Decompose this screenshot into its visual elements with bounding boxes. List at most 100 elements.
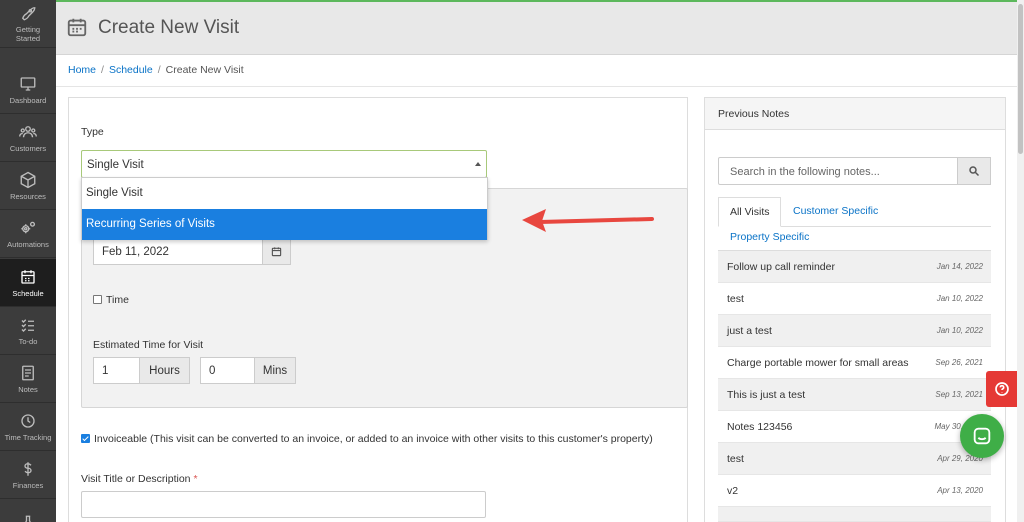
sidebar-item-label: Notes xyxy=(18,384,38,394)
sidebar-item-label: Getting Started xyxy=(15,25,41,43)
users-icon xyxy=(19,125,37,137)
help-button[interactable] xyxy=(986,371,1018,407)
sidebar-item-time-tracking[interactable]: Time Tracking xyxy=(0,403,56,451)
time-checkbox[interactable] xyxy=(93,295,102,304)
sidebar-item-notes[interactable]: Notes xyxy=(0,355,56,403)
page-header: Create New Visit xyxy=(56,0,1024,55)
visit-title-label-text: Visit Title or Description xyxy=(81,473,191,485)
flask-icon xyxy=(24,515,32,522)
monitor-icon xyxy=(20,76,36,91)
note-text: just a test xyxy=(727,325,772,337)
sidebar-item-resources[interactable]: Resources xyxy=(0,162,56,210)
visit-title-input[interactable] xyxy=(81,491,486,518)
breadcrumb-current: Create New Visit xyxy=(165,64,244,76)
note-text: Charge portable mower for small areas xyxy=(727,357,909,369)
breadcrumb: Home / Schedule / Create New Visit xyxy=(68,64,244,76)
note-row[interactable] xyxy=(718,507,991,522)
sidebar-item-lab[interactable] xyxy=(0,499,56,522)
note-row[interactable]: This is just a test Sep 13, 2021 xyxy=(718,379,991,411)
annotation-arrow-icon xyxy=(522,209,654,232)
chat-button[interactable] xyxy=(960,414,1004,458)
type-select[interactable]: Single Visit xyxy=(81,150,487,178)
type-option-recurring-series[interactable]: Recurring Series of Visits xyxy=(82,209,487,240)
hours-input[interactable]: 1 xyxy=(93,357,140,384)
type-selected-value: Single Visit xyxy=(87,159,144,171)
page-title: Create New Visit xyxy=(98,17,240,38)
note-date: Jan 14, 2022 xyxy=(936,262,983,271)
calendar-icon xyxy=(271,247,282,257)
calendar-icon xyxy=(21,269,35,284)
note-text: v2 xyxy=(727,485,739,497)
sidebar-item-getting-started[interactable]: Getting Started xyxy=(0,0,56,48)
previous-notes-title: Previous Notes xyxy=(718,108,790,120)
note-row[interactable]: test Apr 29, 2020 xyxy=(718,443,991,475)
date-picker-button[interactable] xyxy=(262,239,290,264)
sidebar-item-finances[interactable]: Finances xyxy=(0,451,56,499)
help-circle-icon xyxy=(995,382,1009,396)
notes-icon xyxy=(22,365,34,380)
breadcrumb-home-link[interactable]: Home xyxy=(68,64,96,76)
tab-all-visits[interactable]: All Visits xyxy=(718,197,781,227)
note-text: This is just a test xyxy=(727,389,806,401)
notes-search-button[interactable] xyxy=(957,157,991,185)
estimated-time-label: Estimated Time for Visit xyxy=(93,339,204,351)
notes-search-input[interactable]: Search in the following notes... xyxy=(718,157,958,185)
breadcrumb-schedule-link[interactable]: Schedule xyxy=(109,64,153,76)
note-row[interactable]: v2 Apr 13, 2020 xyxy=(718,475,991,507)
hours-unit-label: Hours xyxy=(139,357,190,384)
rocket-icon xyxy=(21,7,36,21)
required-marker: * xyxy=(193,473,198,485)
sidebar-item-label: Finances xyxy=(12,480,44,490)
note-text: test xyxy=(727,453,744,465)
chat-icon xyxy=(973,427,991,445)
divider xyxy=(56,86,1024,87)
sidebar-item-customers[interactable]: Customers xyxy=(0,114,56,162)
sidebar-item-label: Time Tracking xyxy=(4,432,52,442)
type-dropdown-menu: Single Visit Recurring Series of Visits xyxy=(81,177,488,240)
page-scrollbar[interactable] xyxy=(1017,0,1024,522)
invoiceable-label: Invoiceable (This visit can be converted… xyxy=(94,433,653,445)
search-icon xyxy=(969,166,980,177)
note-row[interactable]: test Jan 10, 2022 xyxy=(718,283,991,315)
note-row[interactable]: Follow up call reminder Jan 14, 2022 xyxy=(718,251,991,283)
sidebar-item-automations[interactable]: Automations xyxy=(0,210,56,258)
sidebar-item-label: To-do xyxy=(18,336,38,346)
note-row[interactable]: Charge portable mower for small areas Sep… xyxy=(718,347,991,379)
date-input[interactable]: Feb 11, 2022 xyxy=(93,238,291,265)
type-option-single-visit[interactable]: Single Visit xyxy=(82,178,487,209)
sidebar-item-todo[interactable]: To-do xyxy=(0,307,56,355)
caret-up-icon xyxy=(475,162,481,166)
date-value: Feb 11, 2022 xyxy=(102,246,169,258)
search-placeholder: Search in the following notes... xyxy=(730,166,880,178)
note-date: Jan 10, 2022 xyxy=(936,294,983,303)
sidebar-item-dashboard[interactable]: Dashboard xyxy=(0,66,56,114)
calendar-icon xyxy=(67,18,87,37)
gears-icon xyxy=(21,221,36,233)
mins-input[interactable]: 0 xyxy=(200,357,255,384)
sidebar-item-label: Customers xyxy=(9,143,47,153)
scrollbar-thumb[interactable] xyxy=(1018,4,1023,154)
type-label: Type xyxy=(81,126,104,138)
checklist-icon xyxy=(21,318,34,332)
note-text: Follow up call reminder xyxy=(727,261,835,273)
sidebar-item-label: Dashboard xyxy=(9,95,47,105)
mins-unit-label: Mins xyxy=(254,357,296,384)
note-text: test xyxy=(727,293,744,305)
note-text: Notes 123456 xyxy=(727,421,793,433)
sidebar-item-label: Automations xyxy=(7,239,49,249)
note-row[interactable]: just a test Jan 10, 2022 xyxy=(718,315,991,347)
tab-customer-specific[interactable]: Customer Specific xyxy=(793,205,878,217)
visit-title-label: Visit Title or Description * xyxy=(81,473,198,485)
clock-icon xyxy=(21,413,35,428)
box-icon xyxy=(20,171,36,188)
sidebar-item-label: Resources xyxy=(10,191,46,201)
note-date: Sep 26, 2021 xyxy=(935,358,983,367)
sidebar-item-schedule[interactable]: Schedule xyxy=(0,259,56,307)
invoiceable-checkbox[interactable] xyxy=(81,434,90,443)
note-row[interactable]: Notes 123456 May 30, 2021 xyxy=(718,411,991,443)
note-date: Sep 13, 2021 xyxy=(935,390,983,399)
time-label: Time xyxy=(106,294,129,306)
note-date: Jan 10, 2022 xyxy=(936,326,983,335)
tab-property-specific[interactable]: Property Specific xyxy=(730,231,809,243)
note-date: Apr 13, 2020 xyxy=(937,486,983,495)
